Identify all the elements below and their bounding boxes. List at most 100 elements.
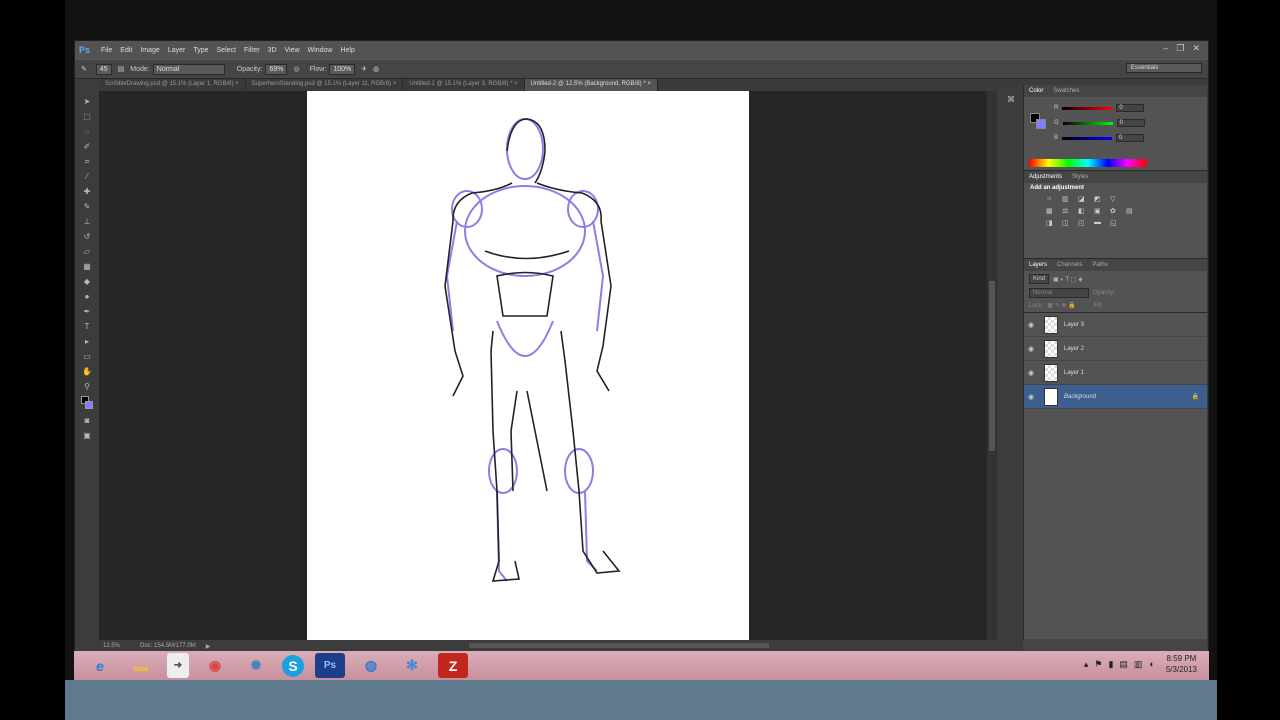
- levels-icon[interactable]: ▥: [1062, 195, 1074, 203]
- file-explorer-icon[interactable]: ▬: [126, 653, 156, 678]
- shape-tool-icon[interactable]: ▭: [81, 351, 93, 363]
- opacity-input[interactable]: 69%: [265, 63, 288, 75]
- selective-color-icon[interactable]: ◱: [1110, 219, 1122, 227]
- zoom-tool-icon[interactable]: ⚲: [81, 381, 93, 393]
- vibrance-icon[interactable]: ▽: [1110, 195, 1122, 203]
- mode-select[interactable]: Normal: [152, 63, 225, 75]
- visibility-eye-icon[interactable]: ◉: [1024, 369, 1038, 377]
- menu-layer[interactable]: Layer: [168, 47, 186, 54]
- channel-mixer-icon[interactable]: ✿: [1110, 207, 1122, 215]
- move-tool-icon[interactable]: ➤: [81, 96, 93, 108]
- blur-tool-icon[interactable]: ◆: [81, 276, 93, 288]
- layer-filter-kind[interactable]: Kind: [1029, 274, 1050, 284]
- crop-tool-icon[interactable]: ⌗: [81, 156, 93, 168]
- menu-help[interactable]: Help: [340, 47, 354, 54]
- screen-mode-icon[interactable]: ▣: [81, 430, 93, 442]
- signal-icon[interactable]: ▥: [1134, 659, 1143, 670]
- menu-filter[interactable]: Filter: [244, 47, 260, 54]
- gradient-tool-icon[interactable]: ▦: [81, 261, 93, 273]
- zoom-level[interactable]: 12.5%: [103, 643, 120, 649]
- color-balance-icon[interactable]: ⚖: [1062, 207, 1074, 215]
- red-slider[interactable]: [1062, 106, 1113, 110]
- color-swatches-icon[interactable]: [81, 396, 93, 412]
- menu-edit[interactable]: Edit: [120, 47, 132, 54]
- photoshop-taskbar-icon[interactable]: Ps: [315, 653, 345, 678]
- brush-size-picker[interactable]: 45: [93, 63, 112, 75]
- history-panel-icon[interactable]: ⌘: [1003, 95, 1019, 104]
- invert-icon[interactable]: ◨: [1046, 219, 1058, 227]
- menu-file[interactable]: File: [101, 47, 112, 54]
- eraser-tool-icon[interactable]: ▱: [81, 246, 93, 258]
- menu-view[interactable]: View: [285, 47, 300, 54]
- flow-input[interactable]: 100%: [329, 63, 356, 75]
- layer-row[interactable]: ◉ Layer 1: [1024, 361, 1207, 385]
- tab-paths[interactable]: Paths: [1087, 262, 1112, 268]
- layer-filter-icons[interactable]: ▣ ◐ T ⬚ ◈: [1053, 276, 1083, 283]
- threshold-icon[interactable]: ◰: [1078, 219, 1090, 227]
- brush-tool-icon[interactable]: ✎: [81, 65, 87, 73]
- pen-tool-icon[interactable]: ✒: [81, 306, 93, 318]
- tab-scribble-drawing[interactable]: ScribbleDrawing.psd @ 15.1% (Layer 1, RG…: [99, 79, 246, 91]
- posterize-icon[interactable]: ◫: [1062, 219, 1074, 227]
- layer-row[interactable]: ◉ Layer 2: [1024, 337, 1207, 361]
- menu-3d[interactable]: 3D: [268, 47, 277, 54]
- exposure-icon[interactable]: ◩: [1094, 195, 1106, 203]
- pressure-size-icon[interactable]: ◍: [373, 65, 379, 73]
- restore-button[interactable]: ❐: [1176, 43, 1184, 54]
- canvas-area[interactable]: [99, 91, 997, 641]
- filezilla-icon[interactable]: Z: [438, 653, 468, 678]
- clone-stamp-tool-icon[interactable]: ⊥: [81, 216, 93, 228]
- battery-icon[interactable]: ▮: [1108, 659, 1113, 670]
- quick-select-tool-icon[interactable]: ✐: [81, 141, 93, 153]
- horizontal-scroll-thumb[interactable]: [469, 643, 769, 648]
- tab-styles[interactable]: Styles: [1067, 174, 1093, 180]
- chrome-icon[interactable]: ◉: [200, 653, 230, 678]
- tab-channels[interactable]: Channels: [1052, 262, 1087, 268]
- brush-panel-icon[interactable]: ▤: [118, 65, 125, 73]
- menu-select[interactable]: Select: [217, 47, 236, 54]
- tab-untitled-2[interactable]: Untitled-2 @ 12.5% (Background, RGB/8) *…: [524, 79, 658, 91]
- vertical-scrollbar[interactable]: [987, 91, 997, 646]
- document-canvas[interactable]: [307, 91, 749, 641]
- skype-icon[interactable]: S: [282, 654, 304, 677]
- minimize-button[interactable]: –: [1163, 43, 1168, 54]
- network-icon[interactable]: ▤: [1119, 659, 1128, 670]
- hand-tool-icon[interactable]: ✋: [81, 366, 93, 378]
- menu-type[interactable]: Type: [193, 47, 208, 54]
- workspace-select[interactable]: Essentials: [1126, 63, 1202, 73]
- hue-saturation-icon[interactable]: ▦: [1046, 207, 1058, 215]
- blue-slider[interactable]: [1062, 136, 1113, 140]
- photo-filter-icon[interactable]: ▣: [1094, 207, 1106, 215]
- tab-layers[interactable]: Layers: [1024, 262, 1052, 268]
- airbrush-icon[interactable]: ✈: [361, 65, 367, 73]
- tab-untitled-1[interactable]: Untitled-1 @ 15.1% (Layer 3, RGB/8) * ×: [403, 79, 525, 91]
- background-color-swatch[interactable]: [1036, 119, 1046, 129]
- green-value[interactable]: 0: [1116, 119, 1145, 127]
- green-slider[interactable]: [1062, 121, 1113, 125]
- internet-explorer-icon[interactable]: e: [85, 653, 115, 678]
- tab-superhero-standing[interactable]: SuperheroStanding.psd @ 15.1% (Layer 11,…: [246, 79, 404, 91]
- visibility-eye-icon[interactable]: ◉: [1024, 345, 1038, 353]
- flag-icon[interactable]: ⚑: [1094, 659, 1102, 670]
- clock[interactable]: 8:59 PM 5/3/2013: [1166, 653, 1197, 675]
- app-arrow-icon[interactable]: ➜: [167, 653, 189, 678]
- color-lookup-icon[interactable]: ▤: [1126, 207, 1138, 215]
- pressure-opacity-icon[interactable]: ◎: [293, 65, 299, 73]
- visibility-eye-icon[interactable]: ◉: [1024, 393, 1038, 401]
- blue-value[interactable]: 0: [1116, 134, 1145, 142]
- lasso-tool-icon[interactable]: ◌: [81, 126, 93, 138]
- settings-gear-icon[interactable]: ✹: [241, 653, 271, 678]
- gradient-map-icon[interactable]: ▬: [1094, 219, 1106, 227]
- blend-mode-select[interactable]: Normal: [1029, 288, 1089, 298]
- menu-image[interactable]: Image: [140, 47, 159, 54]
- volume-icon[interactable]: ◖: [1148, 659, 1153, 670]
- vertical-scroll-thumb[interactable]: [989, 281, 995, 451]
- status-menu-arrow-icon[interactable]: ▶: [206, 643, 211, 650]
- marquee-tool-icon[interactable]: ⬚: [81, 111, 93, 123]
- tab-adjustments[interactable]: Adjustments: [1024, 174, 1067, 180]
- black-white-icon[interactable]: ◧: [1078, 207, 1090, 215]
- quick-mask-icon[interactable]: ◙: [81, 415, 93, 427]
- brightness-contrast-icon[interactable]: ☼: [1046, 195, 1058, 203]
- brush-tool-icon[interactable]: ✎: [81, 201, 93, 213]
- eyedropper-tool-icon[interactable]: ⁄: [81, 171, 93, 183]
